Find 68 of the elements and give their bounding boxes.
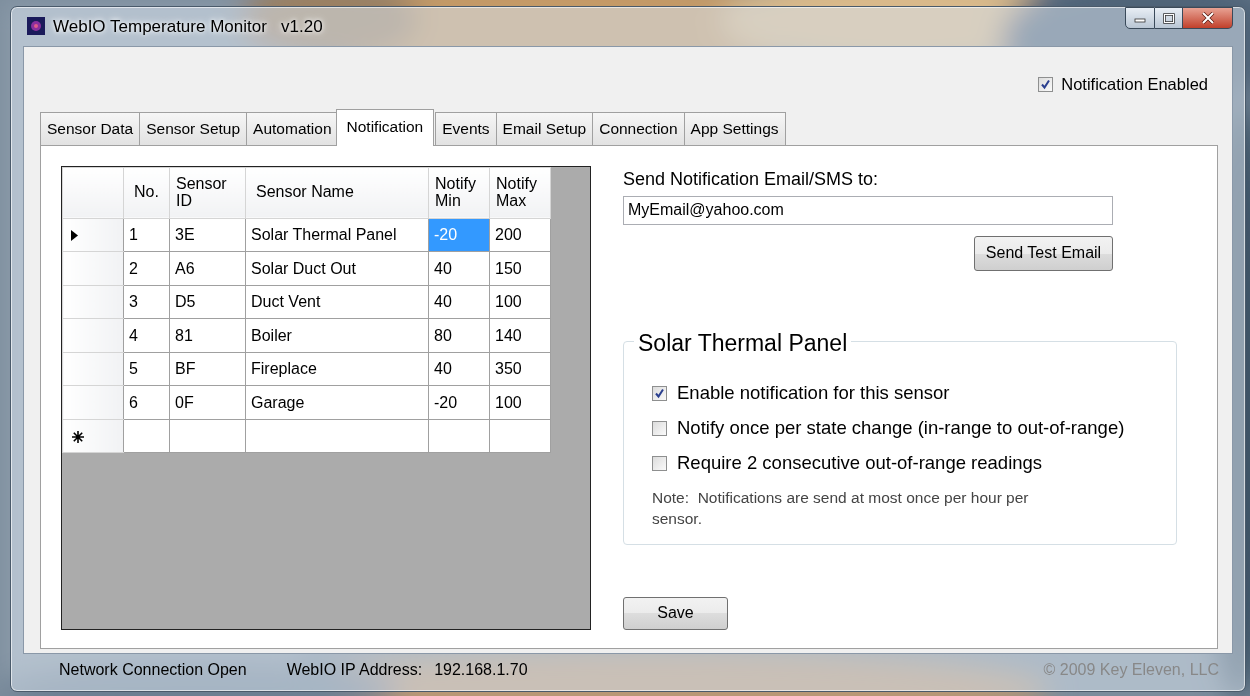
table-cell: 40 xyxy=(428,251,490,286)
note-text: Note: Notifications are send at most once per hour per sensor. xyxy=(652,487,1030,530)
table-cell: 81 xyxy=(169,318,246,353)
table-cell: BF xyxy=(169,352,246,386)
checkbox[interactable] xyxy=(652,385,667,401)
table-cell: 350 xyxy=(489,352,551,386)
tab[interactable]: Notification xyxy=(335,108,435,146)
table-cell: 3E xyxy=(169,218,246,252)
table-cell: 40 xyxy=(428,285,490,319)
window-title: WebIO Temperature Monitor v1.20 xyxy=(53,15,323,38)
ip-address-value: 192.168.1.70 xyxy=(434,660,528,681)
tab[interactable]: Events xyxy=(435,111,497,145)
table-cell: D5 xyxy=(169,285,246,319)
tab[interactable]: Sensor Setup xyxy=(139,111,248,145)
table-cell: 1 xyxy=(123,218,170,252)
column-header[interactable]: Notify Max xyxy=(489,167,551,219)
table-cell: 4 xyxy=(123,318,170,353)
notification-enabled-checkbox[interactable]: Notification Enabled xyxy=(1038,72,1208,98)
table-cell: Boiler xyxy=(245,318,429,353)
table-cell: Fireplace xyxy=(245,352,429,386)
email-label: Send Notification Email/SMS to: xyxy=(623,167,880,191)
checkbox[interactable] xyxy=(652,455,667,471)
table-cell: 100 xyxy=(489,285,551,319)
column-header[interactable]: No. xyxy=(123,167,170,219)
table-cell: 3 xyxy=(123,285,170,319)
maximize-button[interactable] xyxy=(1155,7,1183,29)
tab[interactable]: Email Setup xyxy=(495,111,594,145)
app-icon xyxy=(27,17,45,36)
close-button[interactable] xyxy=(1183,7,1233,29)
checkbox[interactable] xyxy=(652,420,667,436)
copyright-text: © 2009 Key Eleven, LLC xyxy=(1043,660,1219,681)
close-icon xyxy=(1200,12,1215,24)
table-cell: 140 xyxy=(489,318,551,353)
option-label: Require 2 consecutive out-of-range readings xyxy=(677,451,1043,476)
option-label: Enable notification for this sensor xyxy=(677,381,950,406)
table-cell: Duct Vent xyxy=(245,285,429,319)
ip-address-label: WebIO IP Address: xyxy=(286,660,423,681)
minimize-button[interactable] xyxy=(1125,7,1155,29)
maximize-icon xyxy=(1162,12,1175,24)
column-header[interactable]: Notify Min xyxy=(428,167,490,219)
connection-status: Network Connection Open xyxy=(59,660,247,681)
table-cell: A6 xyxy=(169,251,246,286)
checkmark-icon xyxy=(1040,79,1052,91)
column-header[interactable]: Sensor Name xyxy=(245,167,429,219)
table-cell: 6 xyxy=(123,385,170,420)
checkmark-icon xyxy=(654,387,665,399)
tab[interactable]: Sensor Data xyxy=(40,111,141,145)
table-cell: Solar Duct Out xyxy=(245,251,429,286)
table-cell: 150 xyxy=(489,251,551,286)
save-button[interactable]: Save xyxy=(623,596,728,630)
table-cell: 5 xyxy=(123,352,170,386)
table-cell: 2 xyxy=(123,251,170,286)
table-cell: 80 xyxy=(428,318,490,353)
table-cell: 40 xyxy=(428,352,490,386)
table-cell: Solar Thermal Panel xyxy=(245,218,429,252)
tab[interactable]: Connection xyxy=(592,111,685,145)
table-cell: 0F xyxy=(169,385,246,420)
table-cell: -20 xyxy=(428,385,490,420)
table-cell: -20 xyxy=(428,218,490,252)
column-header[interactable]: Sensor ID xyxy=(169,167,246,219)
table-cell: Garage xyxy=(245,385,429,420)
send-test-email-button[interactable]: Send Test Email xyxy=(974,235,1113,271)
email-field[interactable]: MyEmail@yahoo.com xyxy=(623,195,1113,225)
tab[interactable]: App Settings xyxy=(683,111,786,145)
table-cell: 100 xyxy=(489,385,551,420)
option-label: Notify once per state change (in-range to out-of-range) xyxy=(677,416,1125,441)
tab[interactable]: Automation xyxy=(246,111,339,145)
table-cell: 200 xyxy=(489,218,551,252)
